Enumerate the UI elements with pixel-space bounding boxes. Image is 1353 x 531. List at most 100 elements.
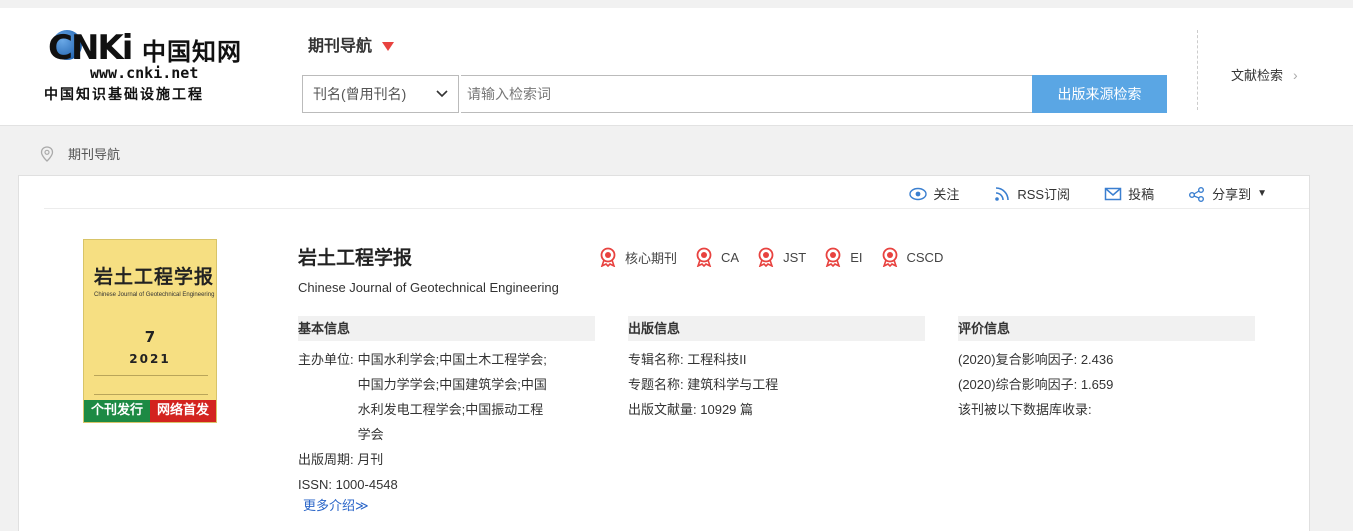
breadcrumb-journal-nav[interactable]: 期刊导航 [68, 144, 120, 163]
sponsor-line: 学会 [357, 427, 384, 442]
cover-title: 岩土工程学报 [94, 266, 215, 288]
cover-year: 2021 [129, 352, 171, 366]
issn-label: ISSN: [298, 477, 332, 492]
award-icon [600, 247, 616, 267]
location-pin-icon [40, 145, 54, 162]
period-label: 出版周期: [298, 452, 354, 467]
sponsor-row: 主办单位: 中国水利学会;中国土木工程学会; 中国力学学会;中国建筑学会;中国 水利发… [298, 347, 595, 447]
evaluation-info-section: 评价信息 (2020)复合影响因子: 2.436 (2020)综合影响因子: 1… [958, 316, 1255, 422]
badge-cscd: CSCD [881, 247, 944, 267]
logo-subtitle: 中国知识基础设施工程 [44, 87, 204, 103]
sponsor-value: 中国水利学会;中国土木工程学会; 中国力学学会;中国建筑学会;中国 水利发电工程学会… [358, 347, 552, 447]
badge-label: EI [850, 249, 863, 265]
journal-nav-menu[interactable]: 期刊导航 [308, 32, 395, 56]
rss-button[interactable]: RSS订阅 [993, 184, 1070, 203]
award-icon [758, 247, 774, 267]
caret-down-icon [382, 42, 395, 52]
overall-if-value: 1.659 [1080, 377, 1114, 392]
cover-tag-issue: 个刊发行 [84, 400, 150, 422]
album-label: 专辑名称: [628, 352, 684, 367]
badge-label: JST [783, 249, 807, 265]
journal-title: 岩土工程学报 [298, 248, 413, 269]
period-row: 出版周期: 月刊 [298, 447, 595, 472]
more-intro-link[interactable]: 更多介绍≫ [303, 495, 369, 514]
album-row: 专辑名称: 工程科技II [628, 347, 925, 372]
chevron-right-icon: › [1293, 67, 1298, 83]
rss-label: RSS订阅 [1017, 187, 1071, 202]
publish-info-section: 出版信息 专辑名称: 工程科技II 专题名称: 建筑科学与工程 出版文献量: 1… [628, 316, 925, 422]
overall-if-label: (2020)综合影响因子: [958, 377, 1078, 392]
header-divider [1197, 30, 1198, 110]
follow-button[interactable]: 关注 [909, 184, 959, 203]
eye-icon [909, 187, 928, 200]
compound-if-value: 2.436 [1080, 352, 1114, 367]
badge-core: 核心期刊 [599, 247, 677, 267]
sponsor-line: 中国水利学会;中国土木工程学会; [357, 352, 547, 367]
badge-ca: CA [695, 247, 739, 267]
share-button[interactable]: 分享到 ▼ [1188, 184, 1267, 203]
period-value: 月刊 [357, 452, 384, 467]
award-icon [696, 247, 712, 267]
search-field-select[interactable]: 刊名(曾用刊名) [302, 75, 459, 113]
mail-icon [1104, 187, 1122, 200]
sponsor-label: 主办单位: [298, 352, 354, 367]
basic-info-heading: 基本信息 [298, 316, 595, 341]
issn-value: 1000-4548 [335, 477, 398, 492]
compound-if-row: (2020)复合影响因子: 2.436 [958, 347, 1255, 372]
album-value: 工程科技II [687, 352, 747, 367]
journal-toolbar: 关注 RSS订阅 投稿 分享到 ▼ [909, 184, 1267, 203]
count-label: 出版文献量: [628, 402, 697, 417]
badge-label: CSCD [906, 249, 944, 265]
badge-ei: EI [824, 247, 863, 267]
journal-english-title: Chinese Journal of Geotechnical Engineer… [298, 280, 559, 295]
count-value: 10929 篇 [700, 402, 754, 417]
topic-label: 专题名称: [628, 377, 684, 392]
journal-nav-label: 期刊导航 [308, 38, 373, 55]
chevron-down-icon [436, 90, 448, 98]
sponsor-line: 中国力学学会;中国建筑学会;中国 [357, 377, 547, 392]
badge-jst: JST [757, 247, 806, 267]
triangle-down-icon: ▼ [1257, 188, 1267, 199]
journal-card: 关注 RSS订阅 投稿 分享到 ▼ 岩土工程学报 Chinese Journal… [18, 175, 1310, 531]
issn-row: ISSN: 1000-4548 [298, 472, 595, 497]
index-badges: 核心期刊 CA JST EI CSCD [599, 247, 943, 267]
database-label: 该刊被以下数据库收录: [958, 402, 1092, 417]
submit-button[interactable]: 投稿 [1104, 184, 1154, 203]
cover-issue: 7 [144, 328, 156, 346]
cnki-logo[interactable]: CNKi 中国知网 www.cnki.net 中国知识基础设施工程 [42, 28, 252, 108]
database-row: 该刊被以下数据库收录: [958, 397, 1255, 422]
source-search-button[interactable]: 出版来源检索 [1032, 75, 1167, 113]
topic-value: 建筑科学与工程 [687, 377, 779, 392]
card-divider [44, 208, 1309, 209]
topic-row: 专题名称: 建筑科学与工程 [628, 372, 925, 397]
follow-label: 关注 [933, 187, 960, 202]
journal-cover[interactable]: 岩土工程学报 Chinese Journal of Geotechnical E… [83, 239, 217, 423]
search-field-value: 刊名(曾用刊名) [313, 86, 407, 102]
doc-search-label: 文献检索 [1231, 68, 1284, 83]
evaluation-info-heading: 评价信息 [958, 316, 1255, 341]
compound-if-label: (2020)复合影响因子: [958, 352, 1078, 367]
share-icon [1189, 186, 1205, 202]
logo-mark: CNKi [48, 28, 133, 68]
award-icon [882, 247, 897, 267]
search-input[interactable] [461, 75, 1033, 113]
submit-label: 投稿 [1128, 187, 1155, 202]
doc-search-link[interactable]: 文献检索 › [1231, 65, 1298, 84]
site-header: CNKi 中国知网 www.cnki.net 中国知识基础设施工程 期刊导航 刊… [0, 8, 1353, 126]
badge-label: 核心期刊 [625, 250, 678, 266]
cover-english: Chinese Journal of Geotechnical Engineer… [94, 292, 215, 298]
publish-info-heading: 出版信息 [628, 316, 925, 341]
share-label: 分享到 [1212, 187, 1252, 202]
top-strip [0, 0, 1353, 8]
logo-url: www.cnki.net [90, 64, 199, 82]
overall-if-row: (2020)综合影响因子: 1.659 [958, 372, 1255, 397]
sponsor-line: 水利发电工程学会;中国振动工程 [357, 402, 544, 417]
count-row: 出版文献量: 10929 篇 [628, 397, 925, 422]
cover-decoration [94, 375, 208, 395]
cover-tag-online: 网络首发 [150, 400, 216, 422]
rss-icon [995, 186, 1010, 201]
logo-cn: 中国知网 [142, 37, 242, 66]
basic-info-section: 基本信息 主办单位: 中国水利学会;中国土木工程学会; 中国力学学会;中国建筑学会;… [298, 316, 595, 497]
award-icon [825, 247, 841, 267]
badge-label: CA [721, 249, 740, 265]
